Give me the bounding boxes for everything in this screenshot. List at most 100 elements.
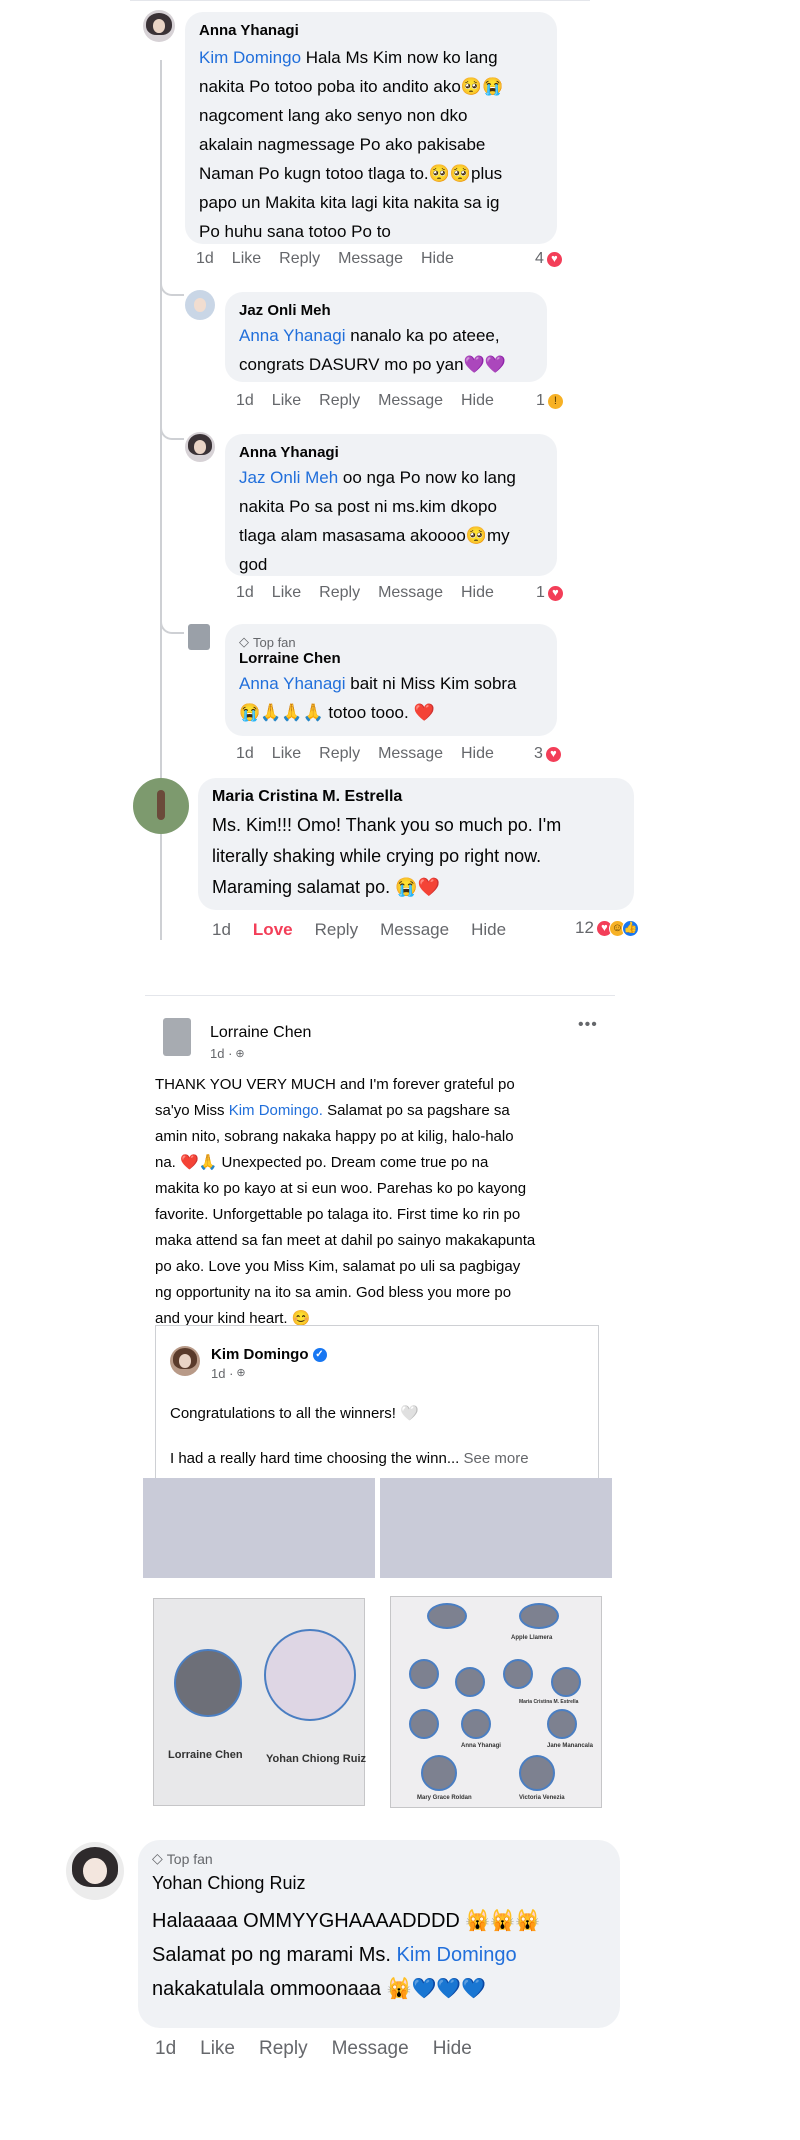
- comment-text: Kim Domingo Hala Ms Kim now ko lang naki…: [199, 48, 504, 241]
- like-button[interactable]: Like: [272, 745, 301, 763]
- photo-top-left: [143, 1478, 375, 1578]
- comment-time[interactable]: 1d: [236, 392, 254, 410]
- avatar[interactable]: [188, 624, 210, 650]
- more-options-icon[interactable]: •••: [578, 1016, 598, 1034]
- comment-bubble: ◇ Top fan Lorraine Chen Anna Yhanagi bait…: [225, 624, 557, 736]
- hide-button[interactable]: Hide: [433, 2038, 472, 2060]
- hide-button[interactable]: Hide: [461, 745, 494, 763]
- post-divider: [145, 995, 615, 996]
- shared-meta: 1d · ⊕: [211, 1366, 246, 1381]
- mention-link[interactable]: Anna Yhanagi: [239, 326, 346, 345]
- comment-actions: 1d Like Reply Message Hide: [236, 392, 494, 410]
- winner-name-label: Apple Llamera: [511, 1635, 553, 1641]
- comment-author[interactable]: Anna Yhanagi: [239, 444, 543, 461]
- comment-text: Jaz Onli Meh oo nga Po now ko lang nakit…: [239, 468, 516, 574]
- mention-link[interactable]: Anna Yhanagi: [239, 674, 346, 693]
- avatar[interactable]: [133, 778, 189, 834]
- reply-button[interactable]: Reply: [319, 745, 360, 763]
- hide-button[interactable]: Hide: [421, 250, 454, 268]
- reaction-summary[interactable]: 3 ♥: [534, 745, 562, 763]
- photo-winners-right[interactable]: Apple Llamera Maria Cristina M. Estrella…: [380, 1578, 612, 1816]
- comment-author[interactable]: Maria Cristina M. Estrella: [212, 788, 620, 806]
- heart-icon: ♥: [546, 584, 564, 602]
- reaction-count: 4: [535, 250, 544, 267]
- reply-button[interactable]: Reply: [279, 250, 320, 268]
- reaction-summary[interactable]: 1 ♥: [536, 584, 564, 602]
- avatar[interactable]: [66, 1842, 124, 1900]
- shared-author[interactable]: Kim Domingo ✓: [211, 1346, 327, 1363]
- heart-icon: ♥: [544, 745, 562, 763]
- comment-actions: 1d Like Reply Message Hide: [236, 745, 494, 763]
- comment-actions: 1d Like Reply Message Hide: [155, 2038, 472, 2060]
- post-meta: 1d · ⊕: [210, 1046, 245, 1061]
- message-button[interactable]: Message: [380, 920, 449, 940]
- comment-author[interactable]: Anna Yhanagi: [199, 22, 543, 39]
- shared-time[interactable]: 1d ·: [211, 1366, 233, 1381]
- comment-actions: 1d Like Reply Message Hide: [236, 584, 494, 602]
- avatar[interactable]: [143, 10, 175, 42]
- thread-curve: [160, 270, 184, 296]
- reaction-summary[interactable]: 4 ♥: [535, 250, 563, 268]
- comment-time[interactable]: 1d: [155, 2038, 176, 2060]
- reaction-count: 3: [534, 745, 543, 762]
- reply-button[interactable]: Reply: [319, 392, 360, 410]
- verified-badge-icon: ✓: [312, 1347, 327, 1362]
- photo-winners-left[interactable]: Lorraine Chen Yohan Chiong Ruiz: [143, 1578, 375, 1816]
- mention-link[interactable]: Kim Domingo.: [229, 1102, 323, 1119]
- comment-text: Ms. Kim!!! Omo! Thank you so much po. I'…: [212, 815, 562, 897]
- shared-text-line1: Congratulations to all the winners! 🤍: [170, 1405, 419, 1422]
- shared-post-card[interactable]: Kim Domingo ✓ 1d · ⊕ Congratulations to a…: [155, 1325, 599, 1478]
- comment-author[interactable]: Jaz Onli Meh: [239, 302, 533, 319]
- comment-time[interactable]: 1d: [236, 584, 254, 602]
- winner-name-label: Jane Manancala: [547, 1743, 594, 1749]
- comment-bubble: Anna Yhanagi Jaz Onli Meh oo nga Po now …: [225, 434, 557, 576]
- mention-link[interactable]: Kim Domingo: [397, 1944, 517, 1966]
- comment-bubble: Maria Cristina M. Estrella Ms. Kim!!! Om…: [198, 778, 634, 910]
- reply-button[interactable]: Reply: [259, 2038, 308, 2060]
- comment-time[interactable]: 1d: [212, 920, 231, 940]
- mention-link[interactable]: Kim Domingo: [199, 48, 301, 67]
- top-divider: [130, 0, 590, 1]
- avatar[interactable]: [185, 290, 215, 320]
- photo-top-right: [380, 1478, 612, 1578]
- message-button[interactable]: Message: [338, 250, 403, 268]
- post-author[interactable]: Lorraine Chen: [210, 1024, 311, 1042]
- message-button[interactable]: Message: [378, 745, 443, 763]
- avatar[interactable]: [185, 432, 215, 462]
- winner-name-label: Lorraine Chen: [168, 1749, 243, 1761]
- mention-link[interactable]: Jaz Onli Meh: [239, 468, 338, 487]
- message-button[interactable]: Message: [378, 584, 443, 602]
- top-fan-badge: ◇ Top fan: [239, 634, 296, 650]
- love-button[interactable]: Love: [253, 920, 293, 940]
- reaction-summary[interactable]: 12 ♥ ☺ 👍: [575, 918, 639, 938]
- reply-button[interactable]: Reply: [315, 920, 358, 940]
- comment-bubble: Anna Yhanagi Kim Domingo Hala Ms Kim now…: [185, 12, 557, 244]
- heart-icon: ♥: [545, 250, 563, 268]
- reaction-count: 1: [536, 584, 545, 601]
- reply-button[interactable]: Reply: [319, 584, 360, 602]
- like-button[interactable]: Like: [272, 584, 301, 602]
- like-button[interactable]: Like: [272, 392, 301, 410]
- like-button[interactable]: Like: [200, 2038, 235, 2060]
- hide-button[interactable]: Hide: [471, 920, 506, 940]
- comment-actions: 1d Like Reply Message Hide: [196, 250, 454, 268]
- post-time[interactable]: 1d ·: [210, 1046, 232, 1061]
- reaction-summary[interactable]: 1 !: [536, 392, 564, 410]
- message-button[interactable]: Message: [332, 2038, 409, 2060]
- avatar[interactable]: [163, 1018, 191, 1056]
- avatar: [170, 1346, 200, 1376]
- see-more-link[interactable]: See more: [459, 1450, 529, 1467]
- reaction-count: 1: [536, 392, 545, 409]
- diamond-icon: ◇: [239, 634, 249, 649]
- hide-button[interactable]: Hide: [461, 392, 494, 410]
- winner-name-label: Victoria Venezia: [519, 1795, 565, 1801]
- hide-button[interactable]: Hide: [461, 584, 494, 602]
- message-button[interactable]: Message: [378, 392, 443, 410]
- winner-name-label: Yohan Chiong Ruiz: [266, 1753, 367, 1765]
- comment-author[interactable]: Yohan Chiong Ruiz: [152, 1873, 606, 1894]
- comment-author[interactable]: Lorraine Chen: [239, 650, 543, 667]
- thread-curve: [160, 604, 184, 634]
- comment-time[interactable]: 1d: [236, 745, 254, 763]
- like-button[interactable]: Like: [232, 250, 261, 268]
- comment-time[interactable]: 1d: [196, 250, 214, 268]
